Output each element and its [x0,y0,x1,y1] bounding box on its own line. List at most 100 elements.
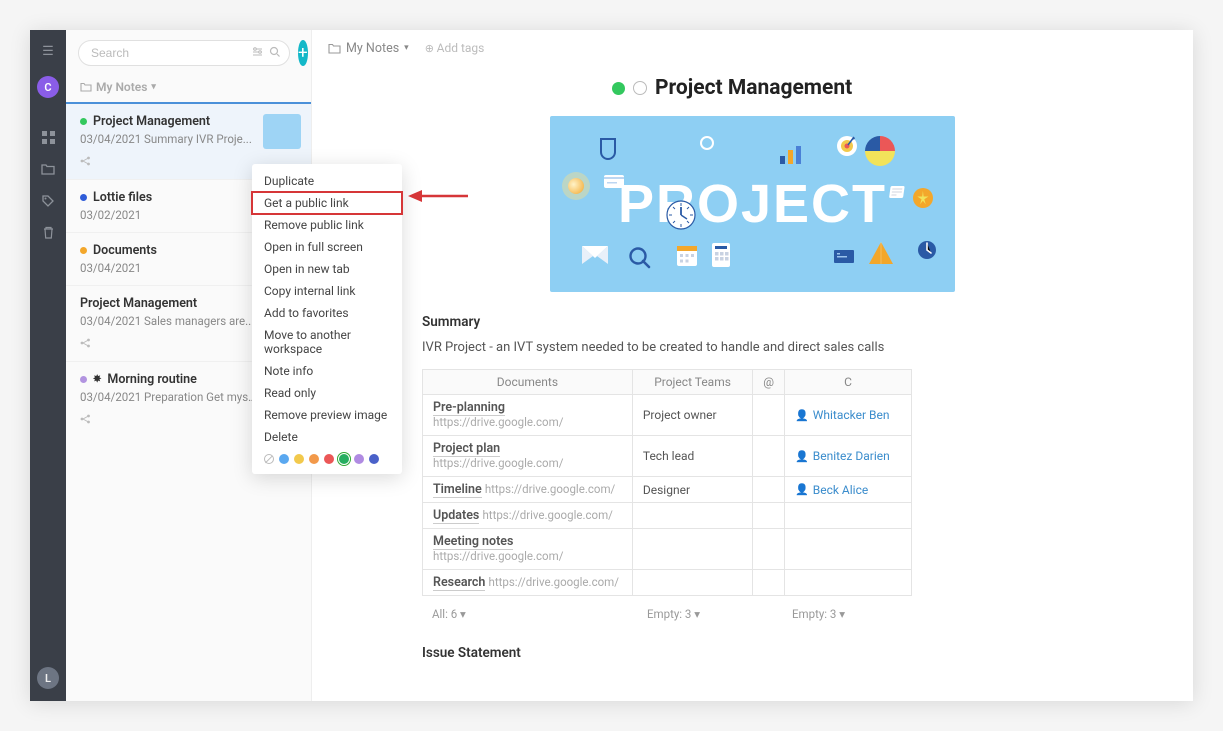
contact-cell [785,503,912,529]
tag-icon[interactable] [41,194,55,208]
menu-item[interactable]: Add to favorites [252,302,402,324]
search-box[interactable] [78,40,290,66]
at-cell [753,570,785,596]
team-cell [632,570,752,596]
document-title-text: Project Management [655,76,852,100]
hero-image: PROJECT [550,116,955,292]
color-swatch[interactable] [279,454,289,464]
color-swatch[interactable] [354,454,364,464]
menu-icon[interactable]: ☰ [41,44,55,58]
team-cell [632,503,752,529]
contact-cell: 👤Whitacker Ben [785,395,912,436]
menu-item[interactable]: Duplicate [252,170,402,192]
search-input[interactable] [91,46,246,60]
grid-icon[interactable] [41,130,55,144]
summary-text: IVR Project - an IVT system needed to be… [422,340,884,355]
color-swatch[interactable] [369,454,379,464]
doc-cell: Timeline https://drive.google.com/ [423,477,633,503]
at-cell [753,436,785,477]
folder-label-text: My Notes [96,80,147,94]
at-cell [753,529,785,570]
team-cell: Tech lead [632,436,752,477]
menu-item[interactable]: Get a public link [252,192,402,214]
contact-cell: 👤Benitez Darien [785,436,912,477]
contact-cell [785,529,912,570]
folder-icon[interactable] [41,162,55,176]
filter-icon[interactable] [252,46,263,61]
team-cell: Designer [632,477,752,503]
table-header: C [785,370,912,395]
doc-cell: Meeting notes https://drive.google.com/ [423,529,633,570]
breadcrumb[interactable]: My Notes ▾ [328,41,409,56]
menu-item[interactable]: Note info [252,360,402,382]
menu-item[interactable]: Remove preview image [252,404,402,426]
table-footer-all[interactable]: All: 6 ▾ [422,607,637,621]
doc-cell: Project plan https://drive.google.com/ [423,436,633,477]
note-title-text: Lottie files [93,190,152,205]
at-cell [753,503,785,529]
table-header: Project Teams [632,370,752,395]
color-none[interactable] [264,454,274,464]
table-row[interactable]: Updates https://drive.google.com/ [423,503,912,529]
doc-cell: Pre-planning https://drive.google.com/ [423,395,633,436]
color-swatch[interactable] [309,454,319,464]
status-dot [80,247,87,254]
table-row[interactable]: Project plan https://drive.google.com/Te… [423,436,912,477]
status-dot [80,376,87,383]
at-cell [753,395,785,436]
add-tags-button[interactable]: ⊕ Add tags [425,41,485,55]
menu-item[interactable]: Delete [252,426,402,448]
trash-icon[interactable] [41,226,55,240]
table-footer-empty-1[interactable]: Empty: 3 ▾ [637,607,762,621]
issue-heading: Issue Statement [422,645,521,661]
folder-breadcrumb[interactable]: My Notes ▾ [66,74,311,102]
hero-word: PROJECT [618,173,887,235]
note-title-text: Morning routine [107,372,196,387]
color-swatch[interactable] [294,454,304,464]
color-row [252,448,402,468]
user-avatar-bottom[interactable]: L [37,667,59,689]
status-dot [80,118,87,125]
document-title: Project Management [612,76,852,100]
doc-cell: Updates https://drive.google.com/ [423,503,633,529]
search-icon[interactable] [269,46,281,61]
menu-item[interactable]: Read only [252,382,402,404]
table-row[interactable]: Pre-planning https://drive.google.com/Pr… [423,395,912,436]
table-row[interactable]: Research https://drive.google.com/ [423,570,912,596]
menu-item[interactable]: Open in full screen [252,236,402,258]
icon-rail: ☰ C L [30,30,66,701]
menu-item[interactable]: Copy internal link [252,280,402,302]
at-cell [753,477,785,503]
workspace-avatar[interactable]: C [37,76,59,98]
status-dot [80,194,87,201]
status-dot [612,82,625,95]
contact-cell [785,570,912,596]
main-topbar: My Notes ▾ ⊕ Add tags [312,30,1193,66]
chevron-down-icon: ▾ [151,82,156,92]
note-thumbnail [263,114,301,149]
menu-item[interactable]: Move to another workspace [252,324,402,360]
face-icon [633,81,647,95]
contact-cell: 👤Beck Alice [785,477,912,503]
breadcrumb-folder: My Notes [346,41,399,56]
context-menu: DuplicateGet a public linkRemove public … [252,164,402,474]
app-frame: ☰ C L [30,30,1193,701]
summary-heading: Summary [422,314,480,330]
note-title-text: Project Management [93,114,210,129]
sidebar-top: + [66,30,311,74]
add-tags-label: Add tags [437,41,485,55]
note-title-text: Project Management [80,296,197,311]
table-row[interactable]: Meeting notes https://drive.google.com/ [423,529,912,570]
data-table: DocumentsProject Teams@C Pre-planning ht… [422,369,912,596]
table-footer: All: 6 ▾ Empty: 3 ▾ Empty: 3 ▾ [422,602,912,621]
menu-item[interactable]: Remove public link [252,214,402,236]
table-footer-empty-2[interactable]: Empty: 3 ▾ [762,607,912,621]
color-swatch[interactable] [324,454,334,464]
main-area: My Notes ▾ ⊕ Add tags Project Management [312,30,1193,701]
doc-cell: Research https://drive.google.com/ [423,570,633,596]
add-note-button[interactable]: + [298,40,308,66]
menu-item[interactable]: Open in new tab [252,258,402,280]
color-swatch[interactable] [339,454,349,464]
team-cell [632,529,752,570]
table-row[interactable]: Timeline https://drive.google.com/Design… [423,477,912,503]
